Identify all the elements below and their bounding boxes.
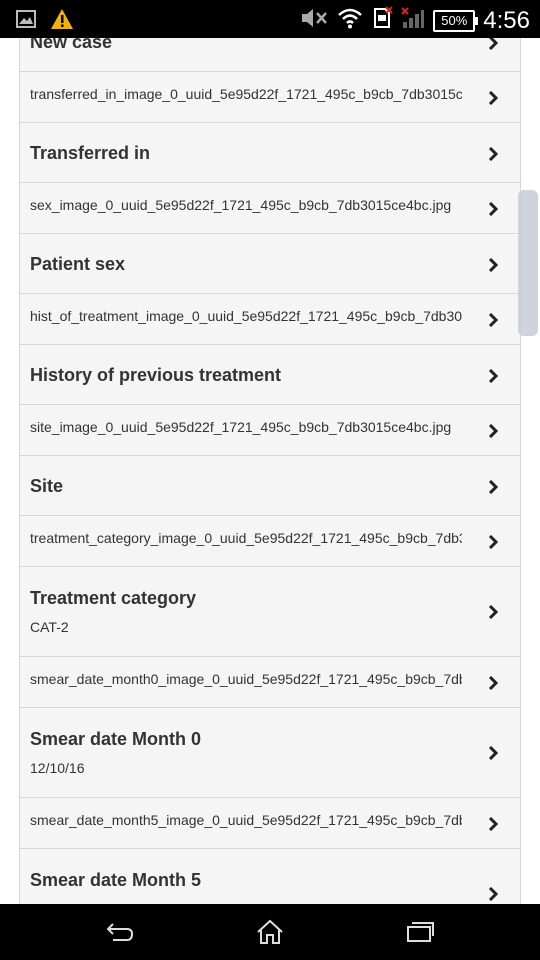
battery-level: 50% [441, 13, 468, 28]
list-item-image-file[interactable]: treatment_category_image_0_uuid_5e95d22f… [20, 516, 520, 567]
list-item-treatment-category[interactable]: Treatment category CAT-2 [20, 567, 520, 657]
chevron-right-icon [488, 535, 498, 549]
field-title: Smear date Month 0 [30, 729, 202, 749]
form-field-list: New case transferred_in_image_0_uuid_5e9… [19, 38, 521, 904]
chevron-right-icon [488, 202, 498, 216]
list-item-smear-date-month-5[interactable]: Smear date Month 5 [20, 849, 520, 904]
list-item-smear-date-month-0[interactable]: Smear date Month 0 12/10/16 [20, 708, 520, 798]
list-item-transferred-in[interactable]: Transferred in [20, 123, 520, 183]
status-bar: 50% 4:56 [0, 0, 540, 38]
field-value: CAT-2 [30, 619, 69, 635]
list-item-image-file[interactable]: smear_date_month0_image_0_uuid_5e95d22f_… [20, 657, 520, 708]
field-title: New case [30, 38, 113, 52]
signal-icon [401, 7, 425, 34]
chevron-right-icon [488, 258, 498, 272]
content-area: New case transferred_in_image_0_uuid_5e9… [0, 38, 540, 904]
list-item-image-file[interactable]: site_image_0_uuid_5e95d22f_1721_495c_b9c… [20, 405, 520, 456]
sd-card-error-icon [371, 6, 393, 35]
field-title: Transferred in [30, 143, 151, 163]
clock: 4:56 [483, 6, 530, 34]
chevron-right-icon [488, 746, 498, 760]
chevron-right-icon [488, 313, 498, 327]
back-icon [106, 923, 134, 941]
home-button[interactable] [250, 918, 290, 946]
image-filename: smear_date_month5_image_0_uuid_5e95d22f_… [30, 812, 462, 828]
list-item-image-file[interactable]: transferred_in_image_0_uuid_5e95d22f_172… [20, 72, 520, 123]
image-filename: sex_image_0_uuid_5e95d22f_1721_495c_b9cb… [30, 197, 452, 213]
chevron-right-icon [488, 369, 498, 383]
chevron-right-icon [488, 91, 498, 105]
list-item-site[interactable]: Site [20, 456, 520, 516]
list-item-new-case[interactable]: New case [20, 38, 520, 72]
list-item-image-file[interactable]: smear_date_month5_image_0_uuid_5e95d22f_… [20, 798, 520, 849]
field-value: 12/10/16 [30, 760, 85, 776]
wifi-icon [337, 7, 363, 34]
image-filename: transferred_in_image_0_uuid_5e95d22f_172… [30, 86, 462, 102]
scrollbar-thumb[interactable] [518, 190, 538, 336]
field-title: Patient sex [30, 254, 126, 274]
field-title: Treatment category [30, 588, 197, 608]
list-item-patient-sex[interactable]: Patient sex [20, 234, 520, 294]
field-title: Site [30, 476, 64, 496]
chevron-right-icon [488, 38, 498, 50]
field-title: History of previous treatment [30, 365, 282, 385]
home-icon [257, 919, 283, 944]
warning-icon [50, 8, 74, 35]
image-filename: smear_date_month0_image_0_uuid_5e95d22f_… [30, 671, 462, 687]
list-item-history-of-treatment[interactable]: History of previous treatment [20, 345, 520, 405]
field-title: Smear date Month 5 [30, 870, 202, 890]
image-filename: site_image_0_uuid_5e95d22f_1721_495c_b9c… [30, 419, 452, 435]
recent-apps-icon [407, 922, 434, 942]
image-filename: hist_of_treatment_image_0_uuid_5e95d22f_… [30, 308, 462, 324]
recent-apps-button[interactable] [400, 918, 440, 946]
chevron-right-icon [488, 147, 498, 161]
navigation-bar [0, 904, 540, 960]
chevron-right-icon [488, 605, 498, 619]
gallery-icon [16, 10, 36, 33]
back-button[interactable] [100, 918, 140, 946]
mute-icon [299, 6, 329, 35]
image-filename: treatment_category_image_0_uuid_5e95d22f… [30, 530, 462, 546]
chevron-right-icon [488, 480, 498, 494]
battery-icon: 50% [433, 9, 479, 32]
list-item-image-file[interactable]: sex_image_0_uuid_5e95d22f_1721_495c_b9cb… [20, 183, 520, 234]
chevron-right-icon [488, 817, 498, 831]
list-item-image-file[interactable]: hist_of_treatment_image_0_uuid_5e95d22f_… [20, 294, 520, 345]
chevron-right-icon [488, 887, 498, 901]
chevron-right-icon [488, 424, 498, 438]
chevron-right-icon [488, 676, 498, 690]
